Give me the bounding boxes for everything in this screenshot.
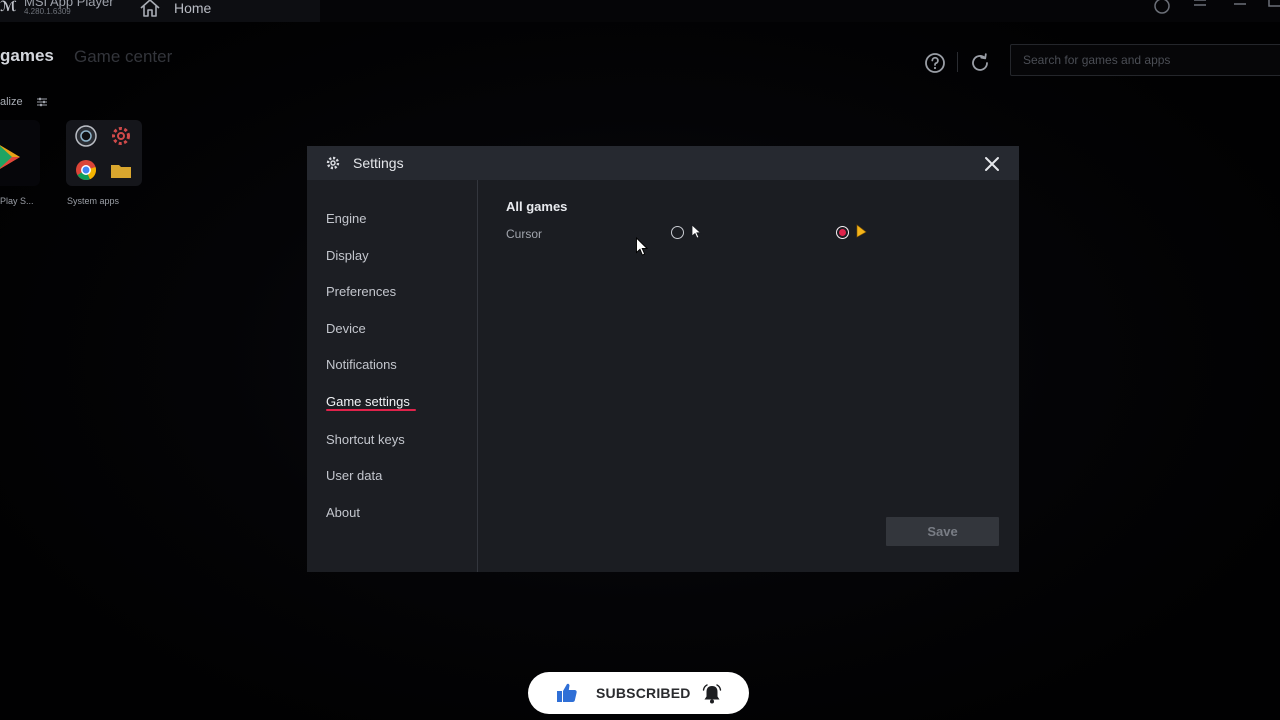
app-tile-system-apps[interactable] <box>66 120 142 186</box>
maximize-icon[interactable] <box>1266 0 1280 16</box>
home-icon[interactable] <box>138 0 162 20</box>
close-icon[interactable] <box>981 153 1003 175</box>
nav-about[interactable]: About <box>326 505 360 520</box>
tab-game-center[interactable]: Game center <box>74 47 172 67</box>
app-version: 4.280.1.6309 <box>24 7 71 16</box>
camera-icon <box>75 125 97 147</box>
save-button[interactable]: Save <box>886 517 999 546</box>
title-bar: ℳ MSI App Player 4.280.1.6309 Home <box>0 0 1280 22</box>
app-window: ℳ MSI App Player 4.280.1.6309 Home games… <box>0 0 1280 720</box>
app-label-play-store: Play S... <box>0 196 34 206</box>
nav-game-settings[interactable]: Game settings <box>326 394 410 409</box>
mouse-pointer-icon <box>636 237 649 256</box>
nav-notifications[interactable]: Notifications <box>326 357 397 372</box>
bell-icon <box>702 684 722 704</box>
minimize-icon[interactable] <box>1230 0 1250 16</box>
active-nav-indicator <box>326 409 416 411</box>
nav-engine[interactable]: Engine <box>326 211 366 226</box>
nav-display[interactable]: Display <box>326 248 369 263</box>
sidebar-divider <box>477 180 478 572</box>
menu-icon[interactable] <box>1190 0 1210 16</box>
help-icon[interactable] <box>1152 0 1172 16</box>
play-store-icon <box>0 145 20 169</box>
gear-icon <box>326 156 340 170</box>
help-icon[interactable] <box>923 51 947 75</box>
nav-device[interactable]: Device <box>326 321 366 336</box>
chrome-icon <box>76 160 96 180</box>
nav-preferences[interactable]: Preferences <box>326 284 396 299</box>
subscribe-overlay: SUBSCRIBED <box>528 672 749 714</box>
thumbs-up-icon <box>557 683 577 702</box>
subscribed-label: SUBSCRIBED <box>596 685 691 701</box>
personalize-label[interactable]: alize <box>0 96 23 108</box>
settings-header: Settings <box>307 146 1019 180</box>
tab-my-games[interactable]: games <box>0 46 54 66</box>
nav-user-data[interactable]: User data <box>326 468 382 483</box>
header-divider <box>957 52 958 72</box>
app-tile-play-store[interactable] <box>0 120 40 186</box>
sliders-icon[interactable] <box>36 96 48 108</box>
settings-dialog: Settings Engine Display Preferences Devi… <box>307 146 1019 572</box>
section-title: All games <box>506 199 568 214</box>
default-cursor-icon <box>691 224 702 239</box>
search-input[interactable] <box>1010 44 1280 76</box>
cursor-default-radio[interactable] <box>671 226 684 239</box>
cursor-label: Cursor <box>506 227 543 241</box>
app-logo-icon: ℳ <box>0 0 17 14</box>
app-label-system-apps: System apps <box>67 196 120 206</box>
settings-gear-icon <box>112 127 130 145</box>
nav-shortcut-keys[interactable]: Shortcut keys <box>326 432 405 447</box>
cursor-custom-radio[interactable] <box>836 226 849 239</box>
settings-title: Settings <box>353 155 404 171</box>
refresh-icon[interactable] <box>968 51 992 75</box>
home-tab-label[interactable]: Home <box>174 0 211 16</box>
folder-icon <box>111 165 131 178</box>
custom-cursor-icon <box>856 224 867 238</box>
app-title-block: ℳ MSI App Player 4.280.1.6309 Home <box>0 0 320 22</box>
